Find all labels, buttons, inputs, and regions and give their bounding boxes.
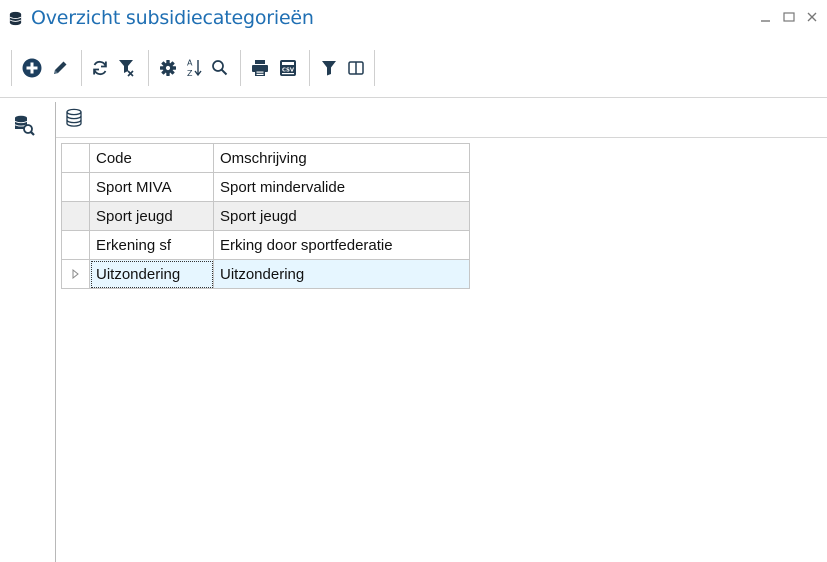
export-csv-button[interactable]: CSV <box>275 53 301 83</box>
title-bar: Overzicht subsidiecategorieën <box>0 0 827 38</box>
search-button[interactable] <box>207 53 233 83</box>
columns-icon <box>348 61 364 75</box>
cell-description[interactable]: Erking door sportfederatie <box>213 230 470 260</box>
panel-divider <box>55 102 56 562</box>
svg-text:A: A <box>187 59 193 68</box>
filter-button[interactable] <box>316 53 342 83</box>
clear-filter-button[interactable] <box>115 53 141 83</box>
pencil-icon <box>54 61 67 74</box>
cell-description[interactable]: Sport mindervalide <box>213 172 470 202</box>
plus-circle-icon <box>22 58 42 78</box>
cell-code[interactable]: Uitzondering <box>89 259 214 289</box>
svg-text:CSV: CSV <box>282 68 295 74</box>
refresh-button[interactable] <box>87 53 113 83</box>
row-indicator[interactable] <box>61 230 90 260</box>
column-header-description[interactable]: Omschrijving <box>213 143 470 173</box>
row-indicator[interactable] <box>61 259 90 289</box>
cell-code[interactable]: Sport MIVA <box>89 172 214 202</box>
row-indicator[interactable] <box>61 201 90 231</box>
row-indicator-header <box>61 143 90 173</box>
filter-clear-icon <box>119 60 134 77</box>
cell-code[interactable]: Erkening sf <box>89 230 214 260</box>
sort-az-icon: A Z <box>187 59 202 78</box>
refresh-icon <box>93 60 107 76</box>
print-button[interactable] <box>247 53 273 83</box>
toolbar: A Z CSV <box>0 43 827 95</box>
toolbar-separator <box>11 50 12 86</box>
table-row-selected[interactable]: Uitzondering Uitzondering <box>61 259 470 289</box>
toolbar-separator <box>148 50 149 86</box>
database-icon <box>9 11 22 26</box>
search-icon <box>212 60 228 76</box>
settings-button[interactable] <box>155 53 181 83</box>
close-button[interactable] <box>805 9 821 25</box>
filter-icon <box>322 61 336 76</box>
toolbar-separator <box>240 50 241 86</box>
toolbar-separator <box>309 50 310 86</box>
add-button[interactable] <box>19 53 45 83</box>
gear-icon <box>160 60 176 76</box>
window-title: Overzicht subsidiecategorieën <box>31 7 314 29</box>
grid-header-divider <box>56 137 827 138</box>
row-indicator[interactable] <box>61 172 90 202</box>
table-row[interactable]: Erkening sf Erking door sportfederatie <box>61 230 470 260</box>
table-row[interactable]: Sport jeugd Sport jeugd <box>61 201 470 231</box>
svg-text:Z: Z <box>187 69 193 78</box>
sort-button[interactable]: A Z <box>181 53 207 83</box>
toolbar-divider <box>0 97 827 98</box>
grid-header-row: Code Omschrijving <box>61 143 470 173</box>
table-row[interactable]: Sport MIVA Sport mindervalide <box>61 172 470 202</box>
printer-icon <box>252 60 268 76</box>
columns-button[interactable] <box>343 53 369 83</box>
maximize-button[interactable] <box>781 9 797 25</box>
minimize-button[interactable] <box>758 9 774 25</box>
cell-description[interactable]: Sport jeugd <box>213 201 470 231</box>
database-search-icon[interactable] <box>13 114 35 136</box>
csv-export-icon: CSV <box>280 60 296 76</box>
data-grid: Code Omschrijving Sport MIVA Sport minde… <box>61 143 470 289</box>
toolbar-separator <box>81 50 82 86</box>
row-pointer-icon <box>72 269 79 279</box>
toolbar-separator <box>374 50 375 86</box>
cell-description[interactable]: Uitzondering <box>213 259 470 289</box>
edit-button[interactable] <box>47 53 73 83</box>
cell-code[interactable]: Sport jeugd <box>89 201 214 231</box>
column-header-code[interactable]: Code <box>89 143 214 173</box>
database-icon[interactable] <box>64 108 84 128</box>
